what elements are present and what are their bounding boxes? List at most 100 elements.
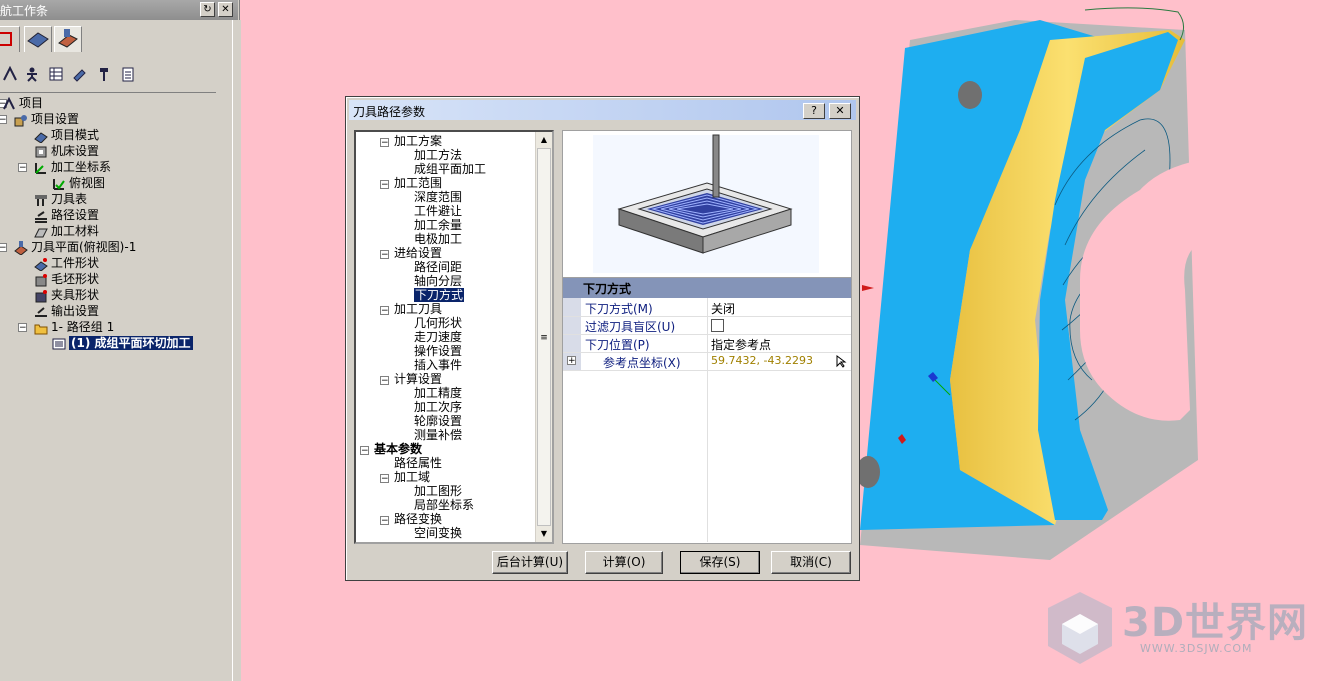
tab-path[interactable]	[54, 26, 82, 52]
collapse-toggle[interactable]: −	[380, 138, 389, 148]
tree-item-machine-settings[interactable]: 机床设置	[34, 143, 99, 159]
tree-item-part-shape[interactable]: 工件形状	[34, 255, 99, 271]
collapse-toggle[interactable]: −	[360, 446, 369, 456]
3d-part-view[interactable]	[840, 0, 1323, 570]
close-button[interactable]: ✕	[829, 103, 851, 119]
collapse-toggle[interactable]: −	[380, 250, 389, 260]
watermark-url: WWW.3DSJW.COM	[1140, 642, 1253, 655]
param-tree: − 加工方案 加工方法 成组平面加工 − 加工范围 深度范围 工件避让 加工余量…	[354, 130, 554, 544]
dialog-title: 刀具路径参数	[353, 105, 426, 119]
collapse-toggle[interactable]: −	[380, 516, 389, 526]
tree-item-project-mode[interactable]: 项目模式	[34, 127, 99, 143]
table-icon[interactable]	[48, 66, 64, 82]
machine-icon	[35, 146, 47, 157]
collapse-toggle[interactable]: −	[18, 163, 27, 173]
close-icon[interactable]: ✕	[218, 2, 233, 17]
tree-item-path-settings[interactable]: 路径设置	[34, 207, 99, 223]
part-shape-icon	[34, 257, 48, 271]
prop-row-entry-method[interactable]: 下刀方式(M) 关闭	[563, 298, 851, 317]
compute-button[interactable]: 计算(O)	[585, 551, 663, 574]
tree-item-output-settings[interactable]: 输出设置	[34, 303, 99, 319]
panel-tabs	[0, 24, 238, 54]
cancel-button[interactable]: 取消(C)	[771, 551, 851, 574]
prop-value[interactable]: 59.7432, -43.2293	[711, 354, 813, 367]
scroll-thumb[interactable]: ≡	[537, 148, 551, 526]
tool-plane-icon	[14, 240, 28, 255]
preview-image	[562, 130, 852, 278]
tree-item-project-settings[interactable]: 项目设置	[14, 111, 79, 127]
tree-item-fixture-shape[interactable]: 夹具形状	[34, 287, 99, 303]
tree-item-path-group[interactable]: 1- 路径组 1	[34, 319, 114, 335]
settings-icon	[14, 114, 27, 126]
tree-item-tool-table[interactable]: 刀具表	[34, 191, 87, 207]
prop-key: 参考点坐标(X)	[603, 356, 681, 370]
operator-icon[interactable]	[24, 66, 40, 82]
property-group-title: 下刀方式	[583, 282, 632, 296]
project-icon	[3, 96, 15, 109]
tree-item-path-operation[interactable]: (1) 成组平面环切加工	[52, 335, 193, 351]
prop-value[interactable]: 关闭	[711, 300, 735, 317]
scroll-up-icon[interactable]: ▲	[536, 132, 552, 148]
panel-toolbar	[0, 64, 238, 86]
path-wizard-icon[interactable]	[2, 66, 18, 82]
collapse-toggle[interactable]: −	[380, 306, 389, 316]
top-view-icon	[53, 178, 65, 190]
mode-icon	[34, 131, 48, 143]
tree-item-project[interactable]: 项目	[2, 95, 43, 111]
collapse-toggle[interactable]: −	[380, 180, 389, 190]
prop-value[interactable]	[711, 318, 724, 332]
tab-geometry[interactable]	[24, 26, 52, 52]
stock-shape-icon	[35, 273, 47, 286]
cube-logo-icon	[1048, 592, 1112, 664]
prop-row-ref-point[interactable]: + 参考点坐标(X) 59.7432, -43.2293	[563, 352, 851, 371]
property-group-header: 下刀方式	[563, 278, 851, 298]
help-button[interactable]: ?	[803, 103, 825, 119]
pin-icon[interactable]: ↻	[200, 2, 215, 17]
tree-item-tool-plane[interactable]: 刀具平面(俯视图)-1	[14, 239, 136, 255]
expand-toggle[interactable]: +	[567, 356, 576, 366]
collapse-toggle[interactable]: −	[380, 376, 389, 386]
pocket-preview-icon	[593, 134, 819, 273]
tool-table-icon	[35, 194, 47, 206]
tree-item-space-transform[interactable]: 空间变换	[414, 525, 462, 541]
filter-checkbox[interactable]	[711, 319, 724, 332]
toolpath-params-dialog: 刀具路径参数 ? ✕ − 加工方案 加工方法 成组平面加工 − 加工范围 深度范…	[345, 96, 860, 581]
document-icon[interactable]	[120, 66, 136, 82]
collapse-toggle[interactable]: −	[380, 474, 389, 484]
navigation-panel: 航工作条 ↻ ✕ − 项目 − 项目设置 项目模式 机床设置 − 加工坐标系 俯…	[0, 0, 240, 681]
collapse-toggle[interactable]: −	[18, 323, 27, 333]
tab-project[interactable]	[0, 26, 20, 52]
prop-key: 下刀方式(M)	[585, 302, 653, 316]
tree-scrollbar[interactable]: ▲ ≡ ▼	[535, 132, 552, 542]
save-button[interactable]: 保存(S)	[680, 551, 760, 574]
tree-item-material[interactable]: 加工材料	[34, 223, 99, 239]
edit-icon[interactable]	[72, 66, 88, 82]
tree-item-top-view[interactable]: 俯视图	[52, 175, 105, 191]
path-settings-icon	[35, 210, 47, 223]
path-tab-icon	[58, 29, 78, 48]
panel-title: 航工作条	[0, 4, 49, 18]
tool-icon[interactable]	[96, 66, 112, 82]
prop-key: 下刀位置(P)	[585, 338, 650, 352]
part-hole-icon	[958, 81, 982, 109]
collapse-toggle[interactable]: −	[0, 115, 7, 125]
splitter[interactable]	[232, 20, 241, 681]
prop-key: 过滤刀具盲区(U)	[585, 320, 676, 334]
project-tree: − 项目 − 项目设置 项目模式 机床设置 − 加工坐标系 俯视图 刀具表 路径…	[0, 92, 216, 673]
prop-value[interactable]: 指定参考点	[711, 336, 771, 353]
scroll-down-icon[interactable]: ▼	[536, 526, 552, 542]
prop-row-filter-blind[interactable]: 过滤刀具盲区(U)	[563, 316, 851, 335]
property-grid: 下刀方式 下刀方式(M) 关闭 过滤刀具盲区(U) 下刀位置(P) 指定参考点 …	[562, 278, 852, 544]
dialog-titlebar[interactable]: 刀具路径参数 ? ✕	[349, 100, 856, 120]
geometry-tab-icon	[27, 32, 49, 48]
tree-item-stock-shape[interactable]: 毛坯形状	[34, 271, 99, 287]
project-tab-icon	[0, 32, 12, 46]
tree-item-work-coordinate[interactable]: 加工坐标系	[34, 159, 111, 175]
watermark: 3D世界网 WWW.3DSJW.COM	[1040, 588, 1310, 668]
pick-point-icon[interactable]	[835, 354, 847, 368]
coordinate-icon	[35, 162, 46, 174]
background-compute-button[interactable]: 后台计算(U)	[492, 551, 568, 574]
prop-row-entry-position[interactable]: 下刀位置(P) 指定参考点	[563, 334, 851, 353]
output-icon	[35, 306, 47, 317]
collapse-toggle[interactable]: −	[0, 243, 7, 253]
